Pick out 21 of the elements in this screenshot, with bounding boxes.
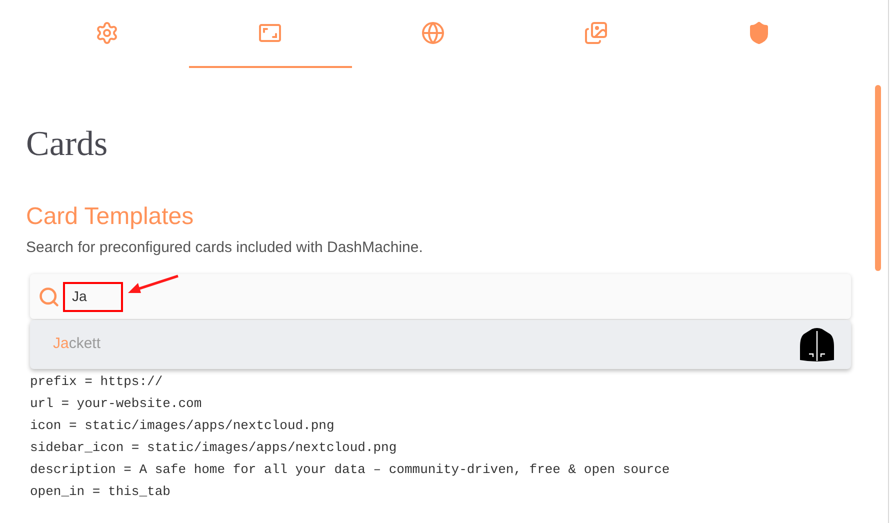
jacket-icon [799, 326, 835, 362]
code-line: open_in = this_tab [30, 483, 172, 501]
code-line: description = A safe home for all your data – community-driven, free & open source [30, 461, 671, 479]
code-line: sidebar_icon = static/images/apps/nextcloud.png [30, 439, 398, 457]
highlight-box [63, 282, 123, 312]
search-icon [38, 286, 60, 308]
settings-icon [95, 21, 120, 45]
images-icon [584, 21, 608, 45]
frame-icon [258, 21, 282, 45]
scrollbar-thumb[interactable] [875, 85, 881, 271]
section-heading: Card Templates [26, 202, 195, 232]
code-line: prefix = https:// [30, 373, 164, 391]
code-line: icon = static/images/apps/nextcloud.png [30, 417, 336, 435]
code-line: url = your-website.com [30, 395, 203, 413]
search-field[interactable]: Ja [30, 274, 851, 319]
search-input[interactable]: Ja [72, 286, 112, 307]
annotation-arrow [126, 274, 180, 296]
suggestion-label: Jackett [53, 334, 101, 354]
globe-icon [420, 21, 445, 45]
page-title: Cards [26, 124, 109, 164]
section-description: Search for preconfigured cards included with DashMachine. [26, 238, 424, 258]
